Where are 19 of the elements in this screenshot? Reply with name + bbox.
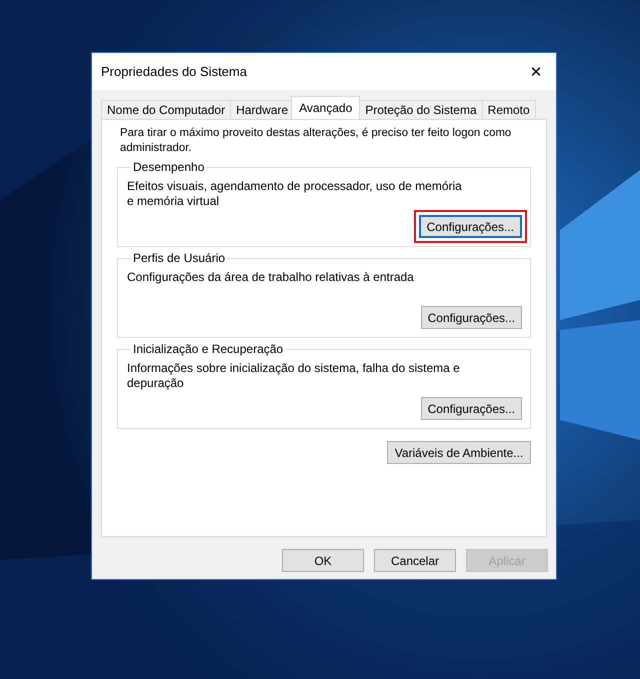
tab[interactable]: Nome do Computador bbox=[101, 100, 232, 119]
tab[interactable]: Proteção do Sistema bbox=[359, 100, 483, 119]
group-title: Inicialização e Recuperação bbox=[132, 342, 284, 357]
tab[interactable]: Remoto bbox=[482, 100, 536, 119]
settings-button[interactable]: Configurações... bbox=[418, 215, 522, 238]
group-title: Desempenho bbox=[132, 160, 206, 175]
intro-text: Para tirar o máximo proveito destas alterações, é preciso ter feito logon como administrador. bbox=[120, 126, 512, 156]
window-title: Propriedades do Sistema bbox=[101, 64, 247, 79]
dialog-button[interactable]: OK bbox=[282, 549, 364, 572]
group-description: Efeitos visuais, agendamento de processador, uso de memória e memória virtual bbox=[127, 179, 463, 209]
environment-variables-button[interactable]: Variáveis de Ambiente... bbox=[387, 441, 531, 464]
group-description: Configurações da área de trabalho relativas à entrada bbox=[127, 270, 415, 286]
tab[interactable]: Avançado bbox=[291, 96, 360, 119]
close-button[interactable]: ✕ bbox=[516, 56, 556, 86]
settings-button[interactable]: Configurações... bbox=[420, 306, 522, 329]
group-title: Perfis de Usuário bbox=[132, 251, 226, 266]
dialog-button[interactable]: Cancelar bbox=[374, 549, 456, 572]
settings-button[interactable]: Configurações... bbox=[420, 397, 522, 420]
group-description: Informações sobre inicialização do sistema, falha do sistema e depuração bbox=[127, 361, 461, 391]
